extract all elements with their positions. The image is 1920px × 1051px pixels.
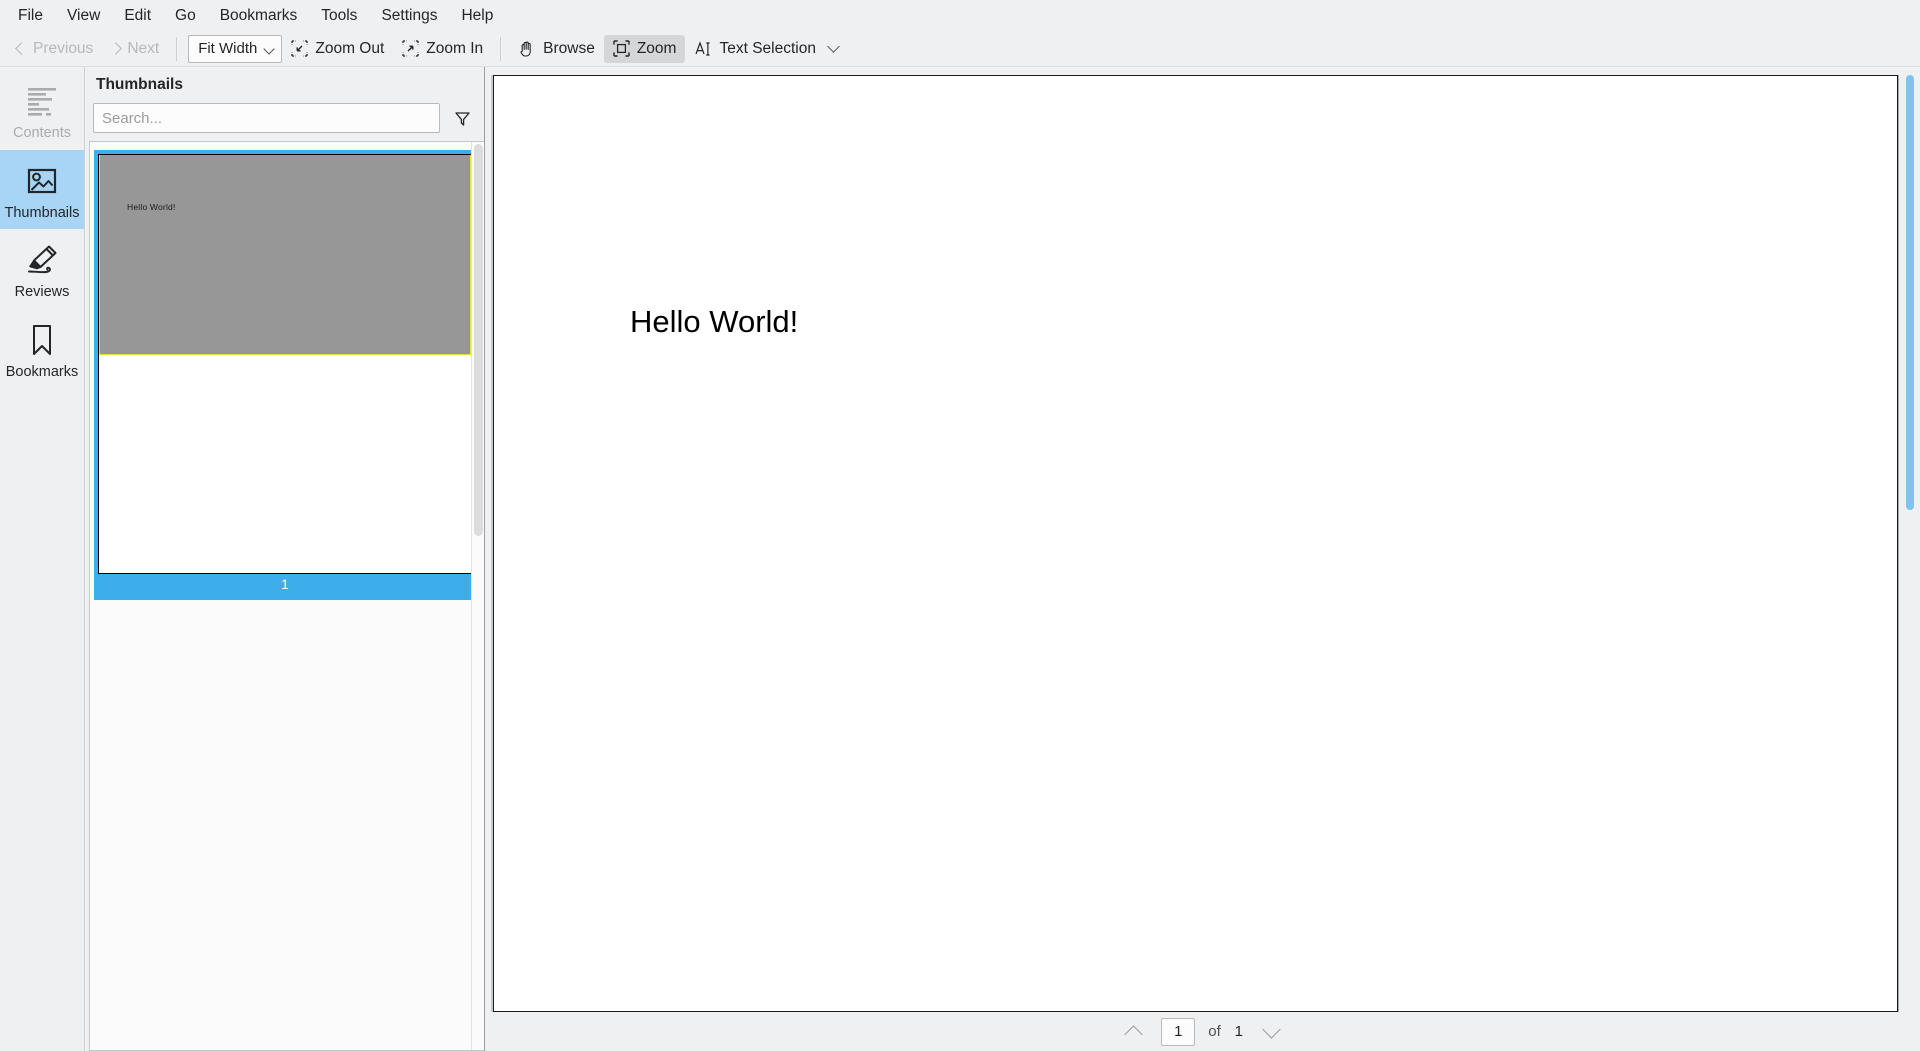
previous-page-chevron-button[interactable] xyxy=(1118,1020,1148,1044)
next-page-button[interactable]: Next xyxy=(102,35,168,63)
document-view: Hello World! of 1 xyxy=(485,67,1920,1051)
thumbnails-scroll-area[interactable]: Hello World! 1 xyxy=(89,141,484,1051)
bookmark-icon xyxy=(33,324,51,355)
toolbar-separator-2 xyxy=(500,36,502,61)
thumbnails-search-row xyxy=(85,103,484,141)
previous-page-label: Previous xyxy=(33,39,94,57)
zoom-tool-button[interactable]: Zoom xyxy=(603,34,686,63)
menu-item-help[interactable]: Help xyxy=(449,4,505,28)
hand-icon xyxy=(520,41,531,57)
toolbar-separator xyxy=(176,36,178,61)
zoom-mode-select[interactable]: Fit Width xyxy=(188,34,283,63)
menu-item-view[interactable]: View xyxy=(55,4,112,28)
chevron-down-icon xyxy=(263,42,276,55)
thumbnails-scrollbar[interactable] xyxy=(471,142,484,1050)
menu-item-file[interactable]: File xyxy=(6,4,55,28)
contents-icon xyxy=(28,88,56,116)
browse-tool-label: Browse xyxy=(543,39,595,57)
pdf-viewer-window: File View Edit Go Bookmarks Tools Settin… xyxy=(0,0,1920,1051)
chevron-up-icon xyxy=(1124,1024,1143,1044)
menu-item-settings[interactable]: Settings xyxy=(369,4,449,28)
document-scrollbar[interactable] xyxy=(1904,75,1916,1012)
sidebar-rail: Contents Thumbnails Reviews Bookmarks xyxy=(0,67,85,1051)
sidebar-item-bookmarks[interactable]: Bookmarks xyxy=(0,309,84,389)
filter-button[interactable] xyxy=(448,104,476,132)
sidebar-item-contents[interactable]: Contents xyxy=(0,70,84,150)
zoom-in-label: Zoom In xyxy=(426,39,484,57)
chevron-down-icon xyxy=(827,40,840,53)
thumbnails-icon xyxy=(27,168,57,193)
browse-tool-button[interactable]: Browse xyxy=(509,35,604,63)
document-page: Hello World! xyxy=(493,75,1898,1012)
sidebar-item-bookmarks-label: Bookmarks xyxy=(5,363,79,380)
thumbnail-page-text: Hello World! xyxy=(127,202,176,212)
highlighter-icon xyxy=(28,245,57,274)
thumbnails-panel: Thumbnails Hello World! xyxy=(85,67,485,1051)
zoom-mode-value: Fit Width xyxy=(198,40,258,57)
sidebar-item-thumbnails-label: Thumbnails xyxy=(4,204,80,221)
chevron-down-icon xyxy=(1262,1019,1281,1039)
page-of-label: of xyxy=(1208,1023,1221,1040)
thumbnail-item[interactable]: Hello World! 1 xyxy=(94,150,476,600)
zoom-in-button[interactable]: Zoom In xyxy=(393,35,492,63)
page-number-input[interactable] xyxy=(1161,1017,1196,1046)
next-page-chevron-button[interactable] xyxy=(1257,1019,1287,1044)
document-text: Hello World! xyxy=(630,304,799,339)
menu-item-tools[interactable]: Tools xyxy=(309,4,369,28)
total-pages-label: 1 xyxy=(1234,1023,1243,1040)
zoom-out-icon xyxy=(291,40,309,57)
previous-page-button[interactable]: Previous xyxy=(8,35,102,63)
sidebar-item-contents-label: Contents xyxy=(12,125,72,141)
chevron-left-icon xyxy=(15,42,28,55)
chevron-right-icon xyxy=(109,42,123,55)
document-canvas[interactable]: Hello World! xyxy=(485,67,1920,1012)
thumbnails-scrollbar-thumb[interactable] xyxy=(474,144,483,536)
zoom-out-label: Zoom Out xyxy=(315,39,385,57)
zoom-out-button[interactable]: Zoom Out xyxy=(282,35,393,63)
page-navigation-bar: of 1 xyxy=(485,1012,1920,1051)
filter-funnel-icon xyxy=(454,111,470,126)
sidebar-item-reviews[interactable]: Reviews xyxy=(0,229,84,309)
thumbnail-viewport-indicator: Hello World! xyxy=(99,155,471,355)
text-selection-icon xyxy=(695,40,711,56)
search-input[interactable] xyxy=(93,103,440,133)
thumbnails-panel-title: Thumbnails xyxy=(96,76,183,93)
sidebar-item-reviews-label: Reviews xyxy=(14,284,70,300)
zoom-tool-label: Zoom xyxy=(636,39,677,57)
main-body: Contents Thumbnails Reviews Bookmarks Th… xyxy=(0,67,1920,1051)
menu-item-edit[interactable]: Edit xyxy=(112,4,163,28)
document-scrollbar-thumb[interactable] xyxy=(1906,75,1914,510)
thumbnail-page-number: 1 xyxy=(281,577,289,592)
thumbnail-page-preview: Hello World! xyxy=(98,154,472,574)
sidebar-item-thumbnails[interactable]: Thumbnails xyxy=(0,149,84,229)
text-selection-tool-button[interactable]: Text Selection xyxy=(685,35,847,63)
next-page-label: Next xyxy=(127,39,160,57)
menu-item-bookmarks[interactable]: Bookmarks xyxy=(208,4,310,28)
zoom-tool-icon xyxy=(613,40,630,57)
thumbnails-list: Hello World! 1 xyxy=(90,142,484,600)
toolbar: Previous Next Fit Width Zoom Out Zoom In xyxy=(0,31,1920,67)
menu-bar: File View Edit Go Bookmarks Tools Settin… xyxy=(0,0,1920,31)
text-selection-label: Text Selection xyxy=(719,39,816,57)
zoom-in-icon xyxy=(402,40,419,57)
menu-item-go[interactable]: Go xyxy=(163,4,208,28)
